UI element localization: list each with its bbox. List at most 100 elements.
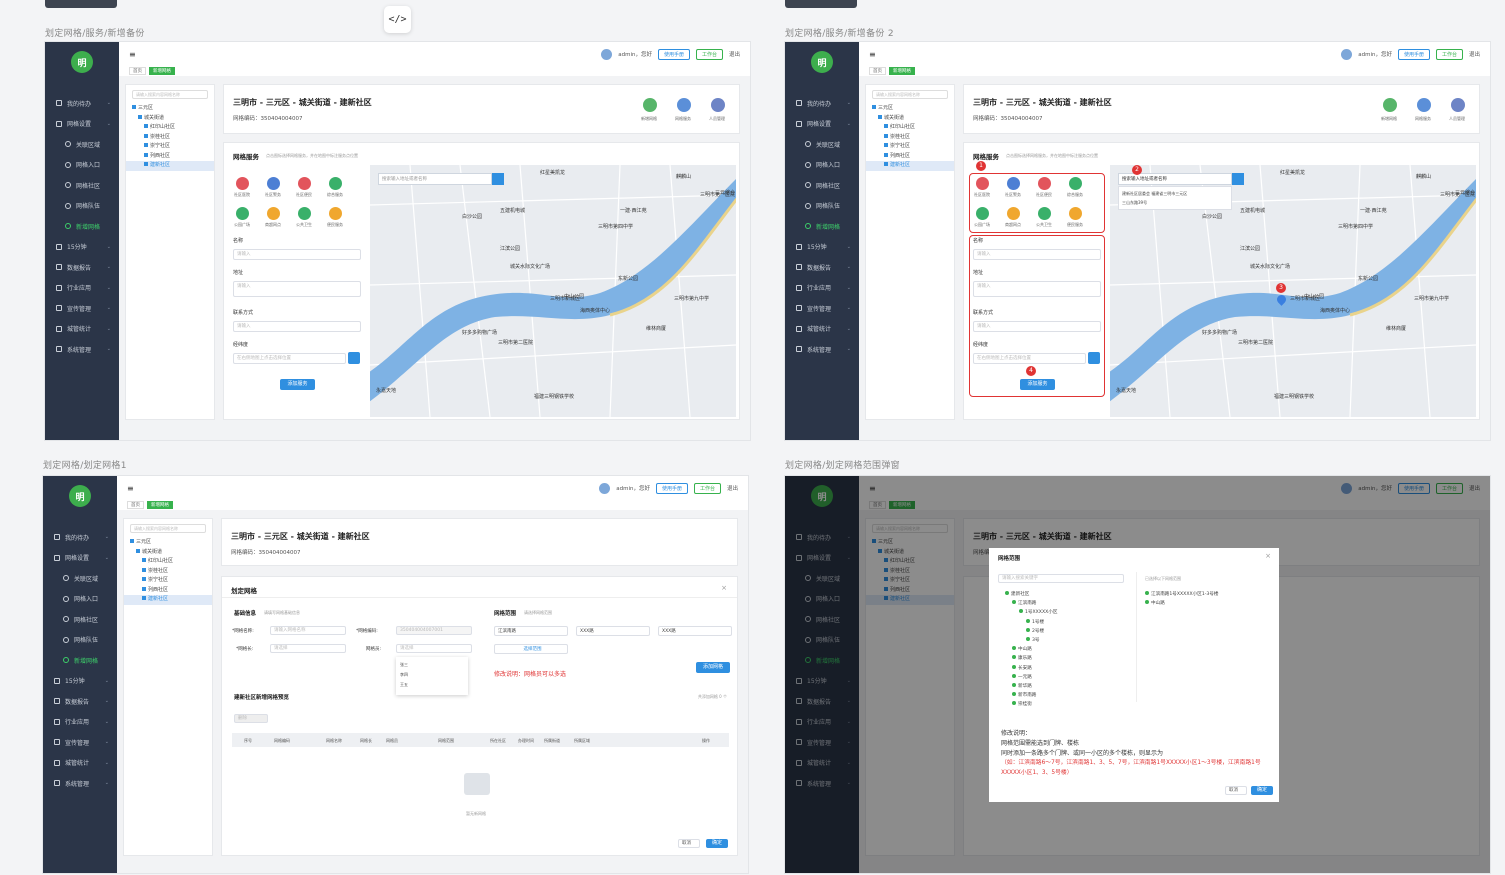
workbench-button[interactable]: 工作台 (1435, 48, 1463, 60)
range-tag[interactable]: 江滨南路 (494, 626, 568, 636)
range-tree-node[interactable]: 长安路 (1012, 664, 1032, 673)
member-option[interactable]: 李四 (400, 670, 464, 680)
tree-node[interactable]: 三元区 (866, 104, 954, 114)
locate-icon[interactable] (1088, 352, 1100, 364)
sidebar-item[interactable]: 行业应用 ⌄ (45, 278, 119, 299)
locate-icon[interactable] (348, 352, 360, 364)
tree-node[interactable]: 崇桂社区 (866, 133, 954, 143)
manual-button[interactable]: 使用手册 (655, 482, 688, 494)
grid-service-icon[interactable] (1417, 98, 1431, 112)
tree-node[interactable]: 列西社区 (126, 152, 214, 162)
sidebar-item[interactable]: 数据报告 ⌄ (785, 257, 859, 278)
tree-node[interactable]: 崇桂社区 (126, 133, 214, 143)
modal-close-icon[interactable]: × (1265, 552, 1271, 560)
tree-node[interactable]: 崇宁社区 (124, 576, 212, 586)
grid-name-input[interactable]: 请输入网格名称 (270, 626, 346, 635)
map-search-button[interactable] (492, 173, 504, 185)
confirm-button[interactable]: 确定 (706, 839, 728, 848)
sidebar-item[interactable]: 数据报告 ⌄ (45, 257, 119, 278)
leader-select[interactable]: 请选择 (270, 644, 346, 653)
sidebar-item[interactable]: 新增网格 (45, 216, 119, 237)
staff-icon[interactable] (1451, 98, 1465, 112)
tree-node[interactable]: 三元区 (126, 104, 214, 114)
tree-node[interactable]: 城关街道 (126, 114, 214, 124)
code-toggle-button[interactable]: </> (384, 6, 411, 33)
service-type-icon[interactable] (1038, 177, 1051, 190)
sidebar-item[interactable]: 系统管理 ⌄ (45, 339, 119, 360)
tree-node[interactable]: 红印山社区 (866, 123, 954, 133)
range-tree-node[interactable]: 1号楼 (1026, 618, 1044, 627)
tab-home[interactable]: 首页 (127, 501, 144, 509)
sidebar-item[interactable]: 城管统计 ⌄ (785, 319, 859, 340)
tree-node[interactable]: 城关街道 (866, 114, 954, 124)
coords-input[interactable]: 在右侧地图上点击选择位置 (233, 353, 346, 364)
staff-icon[interactable] (711, 98, 725, 112)
close-icon[interactable]: × (721, 584, 727, 592)
menu-icon[interactable]: ≡ (129, 50, 136, 59)
modal-search-input[interactable]: 请输入搜索关键字 (998, 574, 1124, 583)
menu-icon[interactable]: ≡ (869, 50, 876, 59)
suggest-item[interactable]: 建新社区居委会 福建省三明市三元区 (1122, 189, 1228, 198)
sidebar-item[interactable]: 15分钟 ⌄ (45, 237, 119, 258)
sidebar-item[interactable]: 网格入口 (785, 155, 859, 176)
tree-node[interactable]: 建新社区 (866, 161, 954, 171)
workbench-button[interactable]: 工作台 (695, 48, 723, 60)
service-type-icon[interactable] (329, 177, 342, 190)
member-option[interactable]: 王五 (400, 680, 464, 690)
range-tree-node[interactable]: 1号XXXXX小区 (1019, 608, 1057, 617)
service-type-icon[interactable] (1069, 177, 1082, 190)
sidebar-item[interactable]: 城管统计 ⌄ (43, 753, 117, 774)
sidebar-item[interactable]: 我的待办 ⌄ (45, 93, 119, 114)
sidebar-item[interactable]: 系统管理 ⌄ (785, 339, 859, 360)
delete-button[interactable]: 删除 (234, 714, 268, 723)
sidebar-item[interactable]: 新增网格 (785, 216, 859, 237)
add-grid-icon[interactable] (1383, 98, 1397, 112)
map-search-input[interactable]: 搜索输入地址或者名称 (378, 173, 492, 185)
tree-search-input[interactable]: 请输入搜索内容网格名称 (132, 90, 208, 99)
map-view[interactable]: 红星美凯龙 麒麟山 三明市第一医院 五建机电城 一建·西江苑 白沙公园 三明市第四中学 三元综… (1110, 165, 1476, 417)
name-input[interactable]: 请输入 (973, 249, 1101, 260)
tree-node[interactable]: 三元区 (124, 538, 212, 548)
grid-service-icon[interactable] (677, 98, 691, 112)
tree-search-input[interactable]: 请输入搜索内容网格名称 (130, 524, 206, 533)
sidebar-item[interactable]: 行业应用 ⌄ (43, 712, 117, 733)
logout-link[interactable]: 退出 (727, 484, 738, 492)
manual-button[interactable]: 使用手册 (657, 48, 690, 60)
range-tree-node[interactable]: 3号 (1026, 636, 1040, 645)
add-grid-button[interactable]: 添加网格 (696, 662, 730, 673)
member-option[interactable]: 张三 (400, 660, 464, 670)
name-input[interactable]: 请输入 (233, 249, 361, 260)
service-type-icon[interactable] (1007, 207, 1020, 220)
tab-new-grid[interactable]: 新增网格 (889, 67, 915, 75)
service-type-icon[interactable] (1038, 207, 1051, 220)
range-tag[interactable]: XXX路 (658, 626, 732, 636)
range-tree-node[interactable]: 中山路 (1012, 645, 1032, 654)
range-select-button[interactable]: 选择范围 (494, 644, 568, 654)
range-tree-node[interactable]: 2号楼 (1026, 627, 1044, 636)
sidebar-item[interactable]: 关联区域 (43, 568, 117, 589)
sidebar-item[interactable]: 数据报告 ⌄ (43, 691, 117, 712)
sidebar-item[interactable]: 宣传管理 ⌄ (45, 298, 119, 319)
sidebar-item[interactable]: 系统管理 ⌄ (43, 773, 117, 794)
contact-input[interactable]: 请输入 (973, 321, 1101, 332)
sidebar-item[interactable]: 网格队伍 (785, 196, 859, 217)
contact-input[interactable]: 请输入 (233, 321, 361, 332)
selected-range-item[interactable]: 中山路 (1145, 599, 1165, 608)
service-type-icon[interactable] (976, 207, 989, 220)
sidebar-item[interactable]: 宣传管理 ⌄ (785, 298, 859, 319)
tree-search-input[interactable]: 请输入搜索内容网格名称 (872, 90, 948, 99)
sidebar-item[interactable]: 我的待办 ⌄ (43, 527, 117, 548)
sidebar-item[interactable]: 关联区域 (785, 134, 859, 155)
tree-node[interactable]: 红印山社区 (126, 123, 214, 133)
sidebar-item[interactable]: 城管统计 ⌄ (45, 319, 119, 340)
tab-home[interactable]: 首页 (129, 67, 146, 75)
modal-cancel-button[interactable]: 取消 (1225, 786, 1247, 795)
tree-node[interactable]: 建新社区 (124, 595, 212, 605)
map-view[interactable]: 红星美凯龙 麒麟山 三明市第一医院 五建机电城 一建·西江苑 白沙公园 三明市第四中学 三元综… (370, 165, 736, 417)
service-type-icon[interactable] (1069, 207, 1082, 220)
add-grid-icon[interactable] (643, 98, 657, 112)
tree-node[interactable]: 崇宁社区 (126, 142, 214, 152)
address-input[interactable]: 请输入 (973, 281, 1101, 297)
service-type-icon[interactable] (976, 177, 989, 190)
sidebar-item[interactable]: 关联区域 (45, 134, 119, 155)
